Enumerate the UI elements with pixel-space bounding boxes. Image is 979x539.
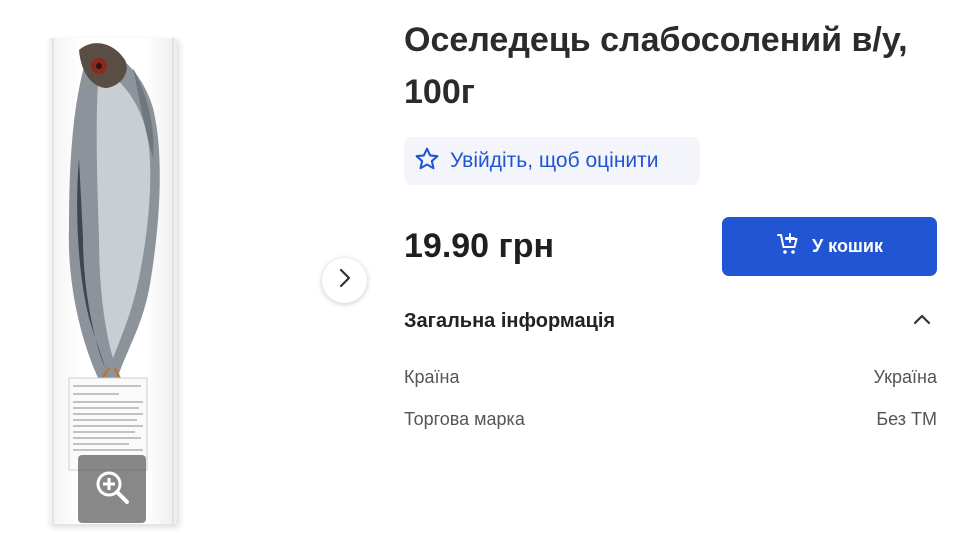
- star-outline-icon: [414, 146, 440, 177]
- product-image[interactable]: [49, 38, 177, 524]
- zoom-button[interactable]: [78, 455, 146, 523]
- herring-illustration: [52, 38, 174, 524]
- add-to-cart-button[interactable]: У кошик: [722, 217, 937, 276]
- product-gallery: [0, 0, 390, 539]
- info-label-brand: Торгова марка: [404, 409, 525, 429]
- general-info-toggle[interactable]: Загальна інформація: [404, 306, 937, 336]
- general-info-title: Загальна інформація: [404, 309, 616, 332]
- chevron-up-icon: [913, 312, 931, 330]
- product-price: 19.90 грн: [404, 227, 554, 265]
- info-label-country: Країна: [404, 367, 460, 387]
- cart-add-icon: [776, 232, 800, 261]
- product-title: Оселедець слабосолений в/у, 100г: [404, 21, 908, 111]
- info-row-brand: Торгова марка Без ТМ: [404, 409, 937, 430]
- info-row-country: Країна Україна: [404, 367, 937, 388]
- chevron-right-icon: [337, 268, 353, 293]
- rate-login-button[interactable]: Увійдіть, щоб оцінити: [404, 137, 700, 185]
- rate-login-label: Увійдіть, щоб оцінити: [450, 149, 659, 172]
- zoom-in-icon: [92, 467, 132, 512]
- next-image-button[interactable]: [322, 258, 367, 303]
- info-value-brand: Без ТМ: [876, 409, 937, 429]
- add-to-cart-label: У кошик: [811, 236, 884, 256]
- info-value-country: Україна: [873, 367, 937, 387]
